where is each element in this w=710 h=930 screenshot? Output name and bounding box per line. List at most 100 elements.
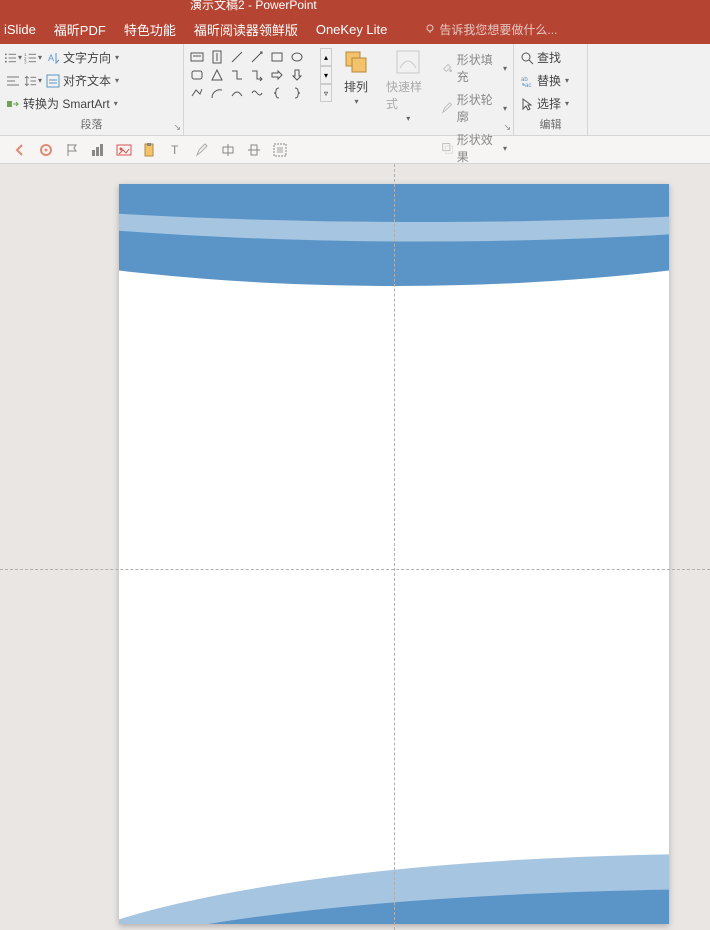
tab-onekey[interactable]: OneKey Lite — [316, 22, 388, 37]
svg-text:A: A — [48, 53, 54, 63]
qat-chart-icon[interactable] — [90, 142, 106, 158]
line-spacing-button[interactable]: ▾ — [24, 72, 42, 90]
shape-effects-button[interactable]: 形状效果 ▾ — [439, 130, 509, 166]
qat-paste-icon[interactable] — [142, 142, 158, 158]
chevron-down-icon: ▾ — [38, 76, 42, 85]
tab-foxit-reader[interactable]: 福昕阅读器领鲜版 — [194, 20, 298, 39]
qat-back-icon[interactable] — [12, 142, 28, 158]
convert-smartart-button[interactable]: 转换为 SmartArt ▾ — [4, 94, 120, 113]
qat-target-icon[interactable] — [38, 142, 54, 158]
group-drawing: ▴ ▾ ▿ 排列 ▾ 快速样式 ▾ 形状填充▾ — [184, 44, 514, 135]
shape-curve[interactable] — [228, 84, 246, 102]
shape-effects-label: 形状效果 — [457, 131, 499, 165]
quick-styles-button[interactable]: 快速样式 ▾ — [380, 48, 435, 123]
select-button[interactable]: 选择 ▾ — [518, 94, 583, 113]
shape-line[interactable] — [228, 48, 246, 66]
quick-styles-icon — [394, 48, 422, 76]
qat-flag-icon[interactable] — [64, 142, 80, 158]
chevron-down-icon: ▾ — [406, 114, 410, 123]
tell-me-search[interactable]: 告诉我您想要做什么... — [425, 21, 557, 38]
shape-elbow[interactable] — [228, 66, 246, 84]
app-title: 演示文稿2 - PowerPoint — [190, 0, 317, 12]
shape-block-arrow-right[interactable] — [268, 66, 286, 84]
group-paragraph: ▾ 123▾ A 文字方向▾ ▾ 对齐文本▾ 转换为 SmartArt▾ — [0, 44, 184, 135]
replace-label: 替换 — [537, 72, 561, 89]
quick-styles-label: 快速样式 — [386, 78, 429, 112]
shape-triangle[interactable] — [208, 66, 226, 84]
workspace[interactable] — [0, 164, 710, 930]
gallery-scroll-up[interactable]: ▴ — [320, 48, 332, 66]
tell-me-label: 告诉我您想要做什么... — [439, 21, 557, 38]
chevron-down-icon: ▾ — [38, 53, 42, 62]
shape-fill-button[interactable]: 形状填充▾ — [439, 50, 509, 86]
shape-outline-button[interactable]: 形状轮廓 ▾ — [439, 90, 509, 126]
guide-vertical — [394, 164, 395, 930]
align-left-button[interactable] — [4, 72, 22, 90]
shape-block-arrow-down[interactable] — [288, 66, 306, 84]
pointer-icon — [520, 97, 534, 111]
shape-wave[interactable] — [248, 84, 266, 102]
shape-rect[interactable] — [268, 48, 286, 66]
chevron-down-icon: ▾ — [115, 76, 119, 85]
shape-outline-label: 形状轮廓 — [457, 91, 499, 125]
ribbon: ▾ 123▾ A 文字方向▾ ▾ 对齐文本▾ 转换为 SmartArt▾ — [0, 44, 710, 136]
gallery-scroll: ▴ ▾ ▿ — [320, 48, 332, 102]
shape-textbox[interactable] — [188, 48, 206, 66]
pen-icon — [441, 101, 453, 115]
shape-freeform[interactable] — [188, 84, 206, 102]
bucket-icon — [441, 61, 453, 75]
shape-vtextbox[interactable] — [208, 48, 226, 66]
shape-roundrect[interactable] — [188, 66, 206, 84]
shape-arrow-line[interactable] — [248, 48, 266, 66]
select-label: 选择 — [537, 95, 561, 112]
shape-brace-right[interactable] — [288, 84, 306, 102]
shape-oval[interactable] — [288, 48, 306, 66]
chevron-down-icon: ▾ — [503, 144, 507, 153]
ribbon-tabs: iSlide 福昕PDF 特色功能 福昕阅读器领鲜版 OneKey Lite 告… — [0, 14, 710, 44]
find-button[interactable]: 查找 — [518, 48, 583, 67]
tab-special[interactable]: 特色功能 — [124, 20, 176, 39]
replace-button[interactable]: abac 替换 ▾ — [518, 71, 583, 90]
shape-elbow-arrow[interactable] — [248, 66, 266, 84]
effects-icon — [441, 141, 453, 155]
chevron-down-icon: ▾ — [565, 99, 569, 108]
chevron-down-icon: ▾ — [354, 97, 358, 106]
search-icon — [520, 51, 534, 65]
shape-arc[interactable] — [208, 84, 226, 102]
drawing-dialog-launcher[interactable]: ↘ — [503, 122, 511, 133]
svg-text:ac: ac — [525, 83, 531, 88]
text-direction-button[interactable]: A 文字方向 ▾ — [44, 48, 121, 67]
chevron-down-icon: ▾ — [114, 99, 118, 108]
bullets-button[interactable]: ▾ — [4, 49, 22, 67]
numbering-button[interactable]: 123▾ — [24, 49, 42, 67]
arrange-icon — [342, 48, 370, 76]
gallery-scroll-down[interactable]: ▾ — [320, 66, 332, 84]
arrange-label: 排列 — [344, 78, 368, 95]
paragraph-dialog-launcher[interactable]: ↘ — [173, 122, 181, 133]
qat-text-icon[interactable]: T — [168, 142, 184, 158]
guide-horizontal — [0, 569, 710, 570]
group-editing-label: 编辑 — [518, 117, 583, 133]
chevron-down-icon: ▾ — [115, 53, 119, 62]
convert-smartart-label: 转换为 SmartArt — [23, 95, 110, 112]
smartart-icon — [6, 97, 20, 111]
tab-foxit-pdf[interactable]: 福昕PDF — [54, 20, 106, 39]
title-bar: 演示文稿2 - PowerPoint — [0, 0, 710, 14]
shapes-gallery[interactable] — [188, 48, 320, 102]
chevron-down-icon: ▾ — [18, 53, 22, 62]
gallery-more[interactable]: ▿ — [320, 84, 332, 102]
svg-text:3: 3 — [24, 59, 27, 64]
text-direction-label: 文字方向 — [63, 49, 111, 66]
align-text-icon — [46, 74, 60, 88]
tab-islide[interactable]: iSlide — [4, 22, 36, 37]
align-text-label: 对齐文本 — [63, 72, 111, 89]
bulb-icon — [425, 24, 435, 34]
text-direction-icon: A — [46, 51, 60, 65]
qat-image-icon[interactable] — [116, 142, 132, 158]
replace-icon: abac — [520, 74, 534, 88]
chevron-down-icon: ▾ — [503, 104, 507, 113]
arrange-button[interactable]: 排列 ▾ — [336, 48, 376, 106]
shape-brace-left[interactable] — [268, 84, 286, 102]
chevron-down-icon: ▾ — [565, 76, 569, 85]
align-text-button[interactable]: 对齐文本 ▾ — [44, 71, 121, 90]
